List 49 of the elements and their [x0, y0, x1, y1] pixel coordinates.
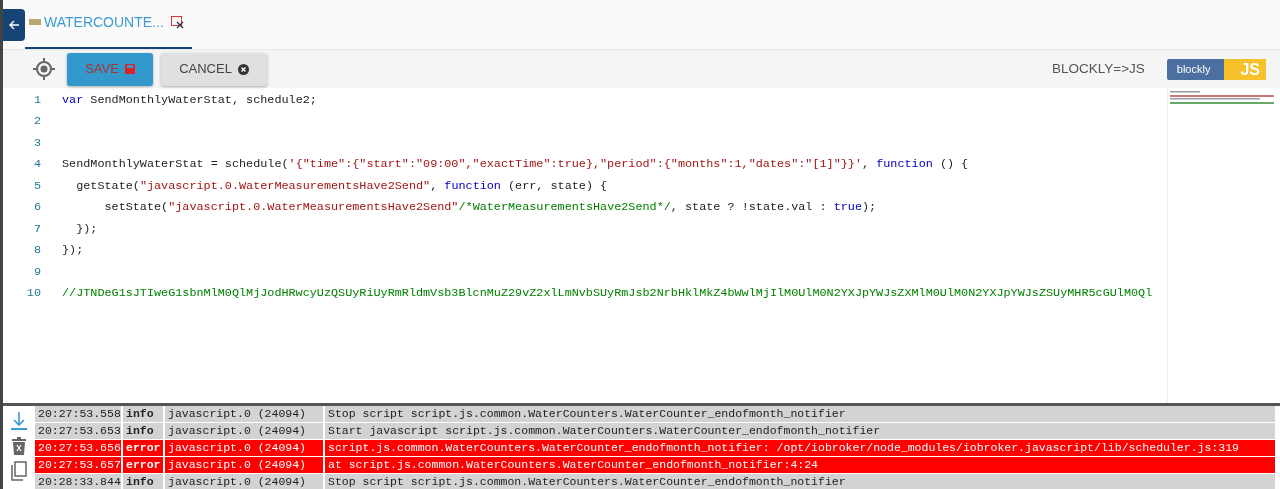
log-level: info	[123, 406, 165, 422]
log-message: Stop script script.js.common.WaterCounters.WaterCounter_endofmonth_notifier	[325, 406, 1275, 422]
log-level: info	[123, 474, 165, 489]
line-number: 2	[32, 113, 41, 131]
log-message: at script.js.common.WaterCounters.WaterCounter_endofmonth_notifier:4:24	[325, 457, 1275, 473]
line-number: 10	[25, 285, 41, 303]
line-number: 9	[32, 263, 41, 281]
back-button[interactable]	[3, 9, 25, 41]
line-number: 5	[32, 177, 41, 195]
line-number: 6	[32, 199, 41, 217]
crosshair-icon[interactable]	[33, 58, 55, 80]
log-source: javascript.0 (24094)	[165, 474, 325, 489]
code-line: });	[62, 242, 84, 260]
mode-label: BLOCKLY=>JS	[1052, 59, 1145, 78]
code-line: setState("javascript.0.WaterMeasurementsHave2Send"/*WaterMeasurementsHave2Send*/, state ? !state.val : true);	[103, 199, 877, 217]
close-circle-icon	[237, 63, 249, 75]
download-icon[interactable]	[10, 411, 28, 431]
code-line: var SendMonthlyWaterStat, schedule2;	[62, 91, 317, 109]
script-icon	[29, 19, 41, 25]
close-icon[interactable]	[170, 15, 184, 29]
arrow-left-icon	[8, 19, 20, 31]
line-number: 4	[32, 156, 41, 174]
log-source: javascript.0 (24094)	[165, 440, 325, 456]
log-time: 20:27:53.657	[35, 457, 123, 473]
floppy-icon	[124, 64, 135, 74]
log-level: info	[123, 423, 165, 439]
log-time: 20:27:53.558	[35, 406, 123, 422]
code-line: });	[75, 220, 98, 238]
line-number: 3	[32, 134, 41, 152]
log-message: Stop script script.js.common.WaterCounters.WaterCounter_endofmonth_notifier	[325, 474, 1275, 489]
log-message: script.js.common.WaterCounters.WaterCounter_endofmonth_notifier: /opt/iobroker/node_modules/iobroker.javascript/lib/scheduler.js:319	[325, 440, 1275, 456]
copy-icon[interactable]	[10, 461, 28, 481]
log-source: javascript.0 (24094)	[165, 423, 325, 439]
code-line: //JTNDeG1sJTIweG1sbnMlM0QlMjJodHRwcyUzQSUyRiUyRmRldmVsb3BlcnMuZ29vZ2xlLmNvbSUyRmJsb2NrbHklMkZ4bWwlMjIlM0UlM0N2YXJpYWJsZXMlM0UlM0N2YXJpYWJsZSUyMHR5cGUlM0Ql	[62, 285, 1153, 303]
log-source: javascript.0 (24094)	[165, 457, 325, 473]
code-line: getState("javascript.0.WaterMeasurementsHave2Send", function (err, state) {	[75, 177, 608, 195]
line-number: 7	[32, 220, 41, 238]
line-number: 1	[32, 91, 41, 109]
log-message: Start javascript script.js.common.WaterCounters.WaterCounter_endofmonth_notifier	[325, 423, 1275, 439]
log-source: javascript.0 (24094)	[165, 406, 325, 422]
log-time: 20:27:53.653	[35, 423, 123, 439]
trash-icon[interactable]	[12, 437, 26, 455]
cancel-button[interactable]: CANCEL	[161, 52, 267, 86]
log-level: error	[123, 457, 165, 473]
log-time: 20:27:53.656	[35, 440, 123, 456]
code-line: SendMonthlyWaterStat = schedule('{"time":{"start":"09:00","exactTime":true},"period":{"months":1,"dates":"[1]"}}', function () {	[62, 156, 969, 174]
log-time: 20:28:33.844	[35, 474, 123, 489]
line-number: 8	[32, 242, 41, 260]
log-level: error	[123, 440, 165, 456]
